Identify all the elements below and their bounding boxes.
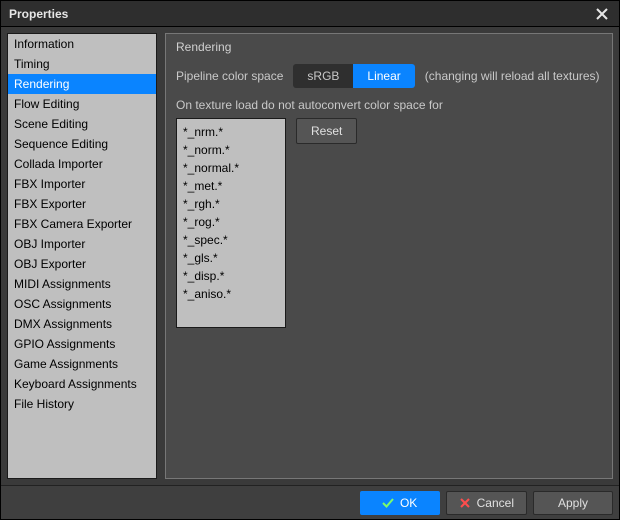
sidebar-item-timing[interactable]: Timing [8,54,156,74]
cancel-button[interactable]: Cancel [446,491,527,515]
sidebar-item-information[interactable]: Information [8,34,156,54]
sidebar-item-sequence-editing[interactable]: Sequence Editing [8,134,156,154]
apply-label: Apply [558,496,588,510]
sidebar-item-file-history[interactable]: File History [8,394,156,414]
color-space-label: Pipeline color space [176,69,283,83]
ok-button[interactable]: OK [360,491,440,515]
rendering-panel: Rendering Pipeline color space sRGB Line… [165,33,613,479]
apply-button[interactable]: Apply [533,491,613,515]
sidebar-item-game-assignments[interactable]: Game Assignments [8,354,156,374]
sidebar-item-fbx-importer[interactable]: FBX Importer [8,174,156,194]
check-icon [382,497,394,509]
sidebar-item-keyboard-assignments[interactable]: Keyboard Assignments [8,374,156,394]
sidebar-item-midi-assignments[interactable]: MIDI Assignments [8,274,156,294]
close-icon[interactable] [589,4,615,24]
sidebar-item-gpio-assignments[interactable]: GPIO Assignments [8,334,156,354]
no-autoconvert-patterns[interactable] [176,118,286,328]
color-space-segmented: sRGB Linear [293,64,414,88]
color-space-row: Pipeline color space sRGB Linear (changi… [176,64,602,88]
properties-window: Properties InformationTimingRenderingFlo… [0,0,620,520]
category-sidebar[interactable]: InformationTimingRenderingFlow EditingSc… [7,33,157,479]
cancel-label: Cancel [477,496,514,510]
ok-label: OK [400,496,417,510]
reset-button[interactable]: Reset [296,118,357,144]
window-title: Properties [9,7,68,21]
color-space-hint: (changing will reload all textures) [425,69,600,83]
sidebar-item-dmx-assignments[interactable]: DMX Assignments [8,314,156,334]
titlebar: Properties [1,1,619,27]
dialog-footer: OK Cancel Apply [1,485,619,519]
sidebar-item-fbx-exporter[interactable]: FBX Exporter [8,194,156,214]
sidebar-item-obj-exporter[interactable]: OBJ Exporter [8,254,156,274]
sidebar-item-rendering[interactable]: Rendering [8,74,156,94]
color-space-option-linear[interactable]: Linear [353,64,414,88]
x-icon [459,497,471,509]
sidebar-item-fbx-camera-exporter[interactable]: FBX Camera Exporter [8,214,156,234]
sidebar-item-scene-editing[interactable]: Scene Editing [8,114,156,134]
window-body: InformationTimingRenderingFlow EditingSc… [1,27,619,485]
sidebar-item-obj-importer[interactable]: OBJ Importer [8,234,156,254]
color-space-option-srgb[interactable]: sRGB [293,64,353,88]
sidebar-item-flow-editing[interactable]: Flow Editing [8,94,156,114]
panel-title: Rendering [176,40,602,54]
sidebar-item-osc-assignments[interactable]: OSC Assignments [8,294,156,314]
no-autoconvert-label: On texture load do not autoconvert color… [176,98,602,112]
sidebar-item-collada-importer[interactable]: Collada Importer [8,154,156,174]
